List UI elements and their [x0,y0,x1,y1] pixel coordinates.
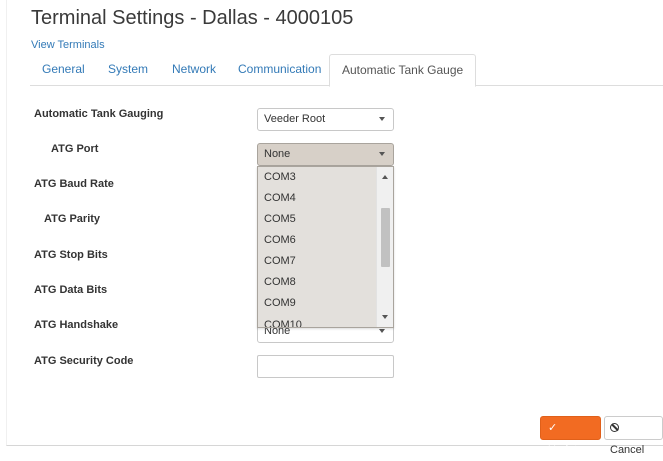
atg-port-select[interactable]: None [257,143,394,166]
stop-bits-label: ATG Stop Bits [34,249,108,261]
data-bits-label: ATG Data Bits [34,284,108,296]
handshake-label: ATG Handshake [34,319,119,331]
dropdown-option[interactable]: COM8 [258,272,377,293]
security-code-input[interactable] [257,355,394,378]
chevron-down-icon [379,152,385,156]
dropdown-option[interactable]: COM7 [258,251,377,272]
dropdown-options: COM3 COM4 COM5 COM6 COM7 COM8 COM9 COM10 [258,167,377,327]
tank-gauging-value: Veeder Root [264,113,326,125]
update-button[interactable]: ✓ Update [540,416,601,456]
view-terminals-link[interactable]: View Terminals [31,39,105,51]
ban-icon [610,423,619,432]
cancel-button-label: Cancel [610,444,645,456]
tab-communication[interactable]: Communication [226,54,333,86]
tank-gauging-select[interactable]: Veeder Root [257,108,394,131]
tab-general[interactable]: General [30,54,97,86]
baud-rate-label: ATG Baud Rate [34,178,114,190]
atg-port-label: ATG Port [51,143,99,155]
tab-automatic-tank-gauge[interactable]: Automatic Tank Gauge [329,54,477,87]
tab-system[interactable]: System [96,54,160,86]
dropdown-option[interactable]: COM5 [258,209,377,230]
checkmark-icon: ✓ [548,422,558,434]
scroll-up-arrow-icon[interactable] [382,175,388,179]
tab-network[interactable]: Network [160,54,228,86]
security-code-label: ATG Security Code [34,355,134,367]
chevron-down-icon [379,117,385,121]
update-button-label: Update [548,444,584,456]
atg-port-value: None [264,148,291,160]
dropdown-option[interactable]: COM10 [258,314,377,327]
tank-gauging-label: Automatic Tank Gauging [34,108,164,120]
atg-port-dropdown-list[interactable]: COM3 COM4 COM5 COM6 COM7 COM8 COM9 COM10 [257,166,394,328]
page-title: Terminal Settings - Dallas - 4000105 [31,7,354,29]
cancel-button[interactable]: Cancel [604,416,663,456]
scrollbar-thumb[interactable] [381,208,390,267]
dropdown-option[interactable]: COM4 [258,188,377,209]
dropdown-option[interactable]: COM3 [258,167,377,188]
scroll-down-arrow-icon[interactable] [382,315,388,319]
dropdown-option[interactable]: COM6 [258,230,377,251]
chevron-down-icon [379,329,385,333]
parity-label: ATG Parity [44,213,101,225]
dropdown-scrollbar[interactable] [376,167,393,327]
dropdown-option[interactable]: COM9 [258,293,377,314]
tab-bar: General System Network Communication Aut… [30,54,663,87]
